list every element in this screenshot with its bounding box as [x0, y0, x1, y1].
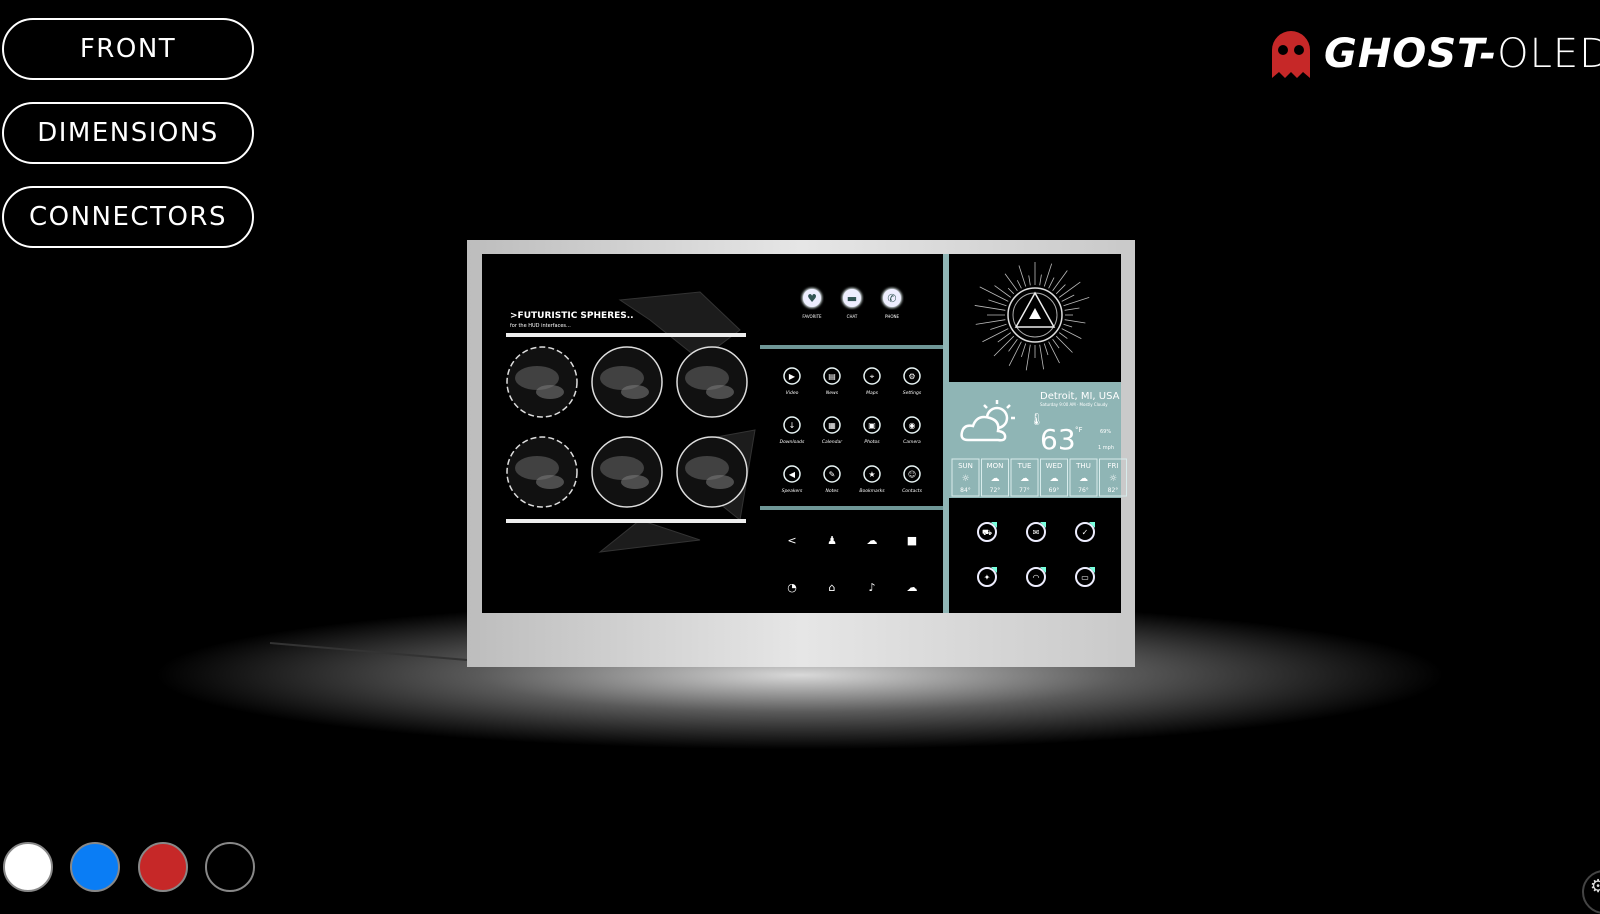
- forecast-day: FRI: [1108, 462, 1119, 470]
- weather-icon: ☁: [991, 474, 1000, 484]
- weather-widget: Detroit, MI, USA Saturday 9:00 AM · Most…: [949, 382, 1127, 498]
- svg-text:▭: ▭: [1081, 573, 1089, 582]
- weather-icon: ☼: [1109, 474, 1117, 484]
- weather-icon: ☁: [1079, 474, 1088, 484]
- cable: [269, 642, 468, 661]
- temperature-unit: °F: [1075, 426, 1083, 434]
- app-label: News: [826, 390, 839, 396]
- svg-text:◠: ◠: [1033, 573, 1040, 582]
- gear-icon: ⚙: [1590, 876, 1600, 897]
- forecast-temp: 77°: [1019, 487, 1030, 494]
- hud-sphere: [506, 436, 578, 508]
- weather-icon: ☼: [961, 474, 969, 484]
- download-icon: ↓: [789, 421, 796, 430]
- app-label: Calendar: [822, 439, 843, 445]
- forecast-temp: 69°: [1049, 487, 1060, 494]
- color-swatch-black[interactable]: [205, 842, 255, 892]
- clock-icon: ◔: [787, 581, 797, 594]
- forecast-temp: 72°: [990, 487, 1001, 494]
- temperature-value: 63: [1040, 423, 1076, 456]
- hud-sphere: [506, 346, 578, 418]
- forecast-temp: 84°: [960, 487, 971, 494]
- home-icon: ⌂: [829, 581, 836, 594]
- app-label: Downloads: [780, 439, 805, 445]
- calendar-icon: ▦: [828, 421, 836, 430]
- weather-icon: ☁: [1020, 474, 1029, 484]
- speaker-icon: ◀: [789, 470, 796, 479]
- cloud-download-icon: ☁: [867, 534, 878, 547]
- photo-icon: ▣: [868, 421, 876, 430]
- forecast-day: WED: [1046, 462, 1063, 470]
- screen-app-phone: ✆ PHONE: [882, 288, 902, 319]
- hud-sphere: [676, 346, 748, 418]
- pencil-icon: ✎: [829, 470, 836, 479]
- forecast-temp: 82°: [1108, 487, 1119, 494]
- wind-value: 1 mph: [1098, 445, 1114, 451]
- share-icon: <: [787, 534, 796, 547]
- svg-text:✉: ✉: [1033, 528, 1040, 537]
- svg-text:⛟: ⛟: [982, 528, 992, 537]
- hud-sphere: [591, 436, 663, 508]
- app-label: Camera: [903, 439, 921, 445]
- screen-app-favorite: ♥ FAVORITE: [802, 288, 822, 319]
- camera-icon: ◉: [909, 421, 916, 430]
- svg-text:✦: ✦: [984, 573, 991, 582]
- divider: [760, 345, 943, 349]
- app-label: Maps: [866, 390, 878, 396]
- color-swatch-white[interactable]: [3, 842, 53, 892]
- app-label: Settings: [903, 390, 922, 396]
- app-label: Bookmarks: [859, 488, 885, 494]
- forecast-day: THU: [1075, 462, 1091, 470]
- weather-icon: ☁: [1050, 474, 1059, 484]
- news-icon: ▤: [828, 372, 836, 381]
- contact-icon: ☺: [908, 470, 916, 479]
- app-label: FAVORITE: [802, 314, 822, 319]
- forecast-day: MON: [987, 462, 1004, 470]
- divider: [760, 506, 943, 510]
- map-pin-icon: ⌖: [870, 372, 875, 381]
- hud-subtitle: for the HUD interfaces...: [510, 323, 571, 329]
- app-label: Video: [786, 390, 799, 396]
- people-icon: ♟: [827, 534, 837, 547]
- forecast-temp: 76°: [1078, 487, 1089, 494]
- chat-icon: ▬: [847, 292, 857, 305]
- app-label: Photos: [864, 439, 880, 445]
- cloud-upload-icon: ☁: [907, 581, 918, 594]
- lock-icon: ■: [907, 534, 917, 547]
- video-icon: ▶: [789, 372, 796, 381]
- settings-icon: ⚙: [908, 372, 915, 381]
- svg-text:✓: ✓: [1082, 528, 1089, 537]
- app-label: CHAT: [847, 314, 858, 319]
- app-label: PHONE: [885, 314, 900, 319]
- app-label: Contacts: [902, 488, 923, 494]
- color-swatch-blue[interactable]: [70, 842, 120, 892]
- app-label: Notes: [826, 488, 840, 494]
- weather-details: Saturday 9:00 AM · Mostly Cloudy: [1040, 402, 1108, 407]
- forecast-day: SUN: [958, 462, 973, 470]
- humidity-value: 69%: [1100, 429, 1111, 435]
- star-icon: ★: [868, 470, 875, 479]
- heart-icon: ♥: [807, 292, 817, 305]
- color-swatch-red[interactable]: [138, 842, 188, 892]
- vertical-divider: [943, 254, 949, 613]
- hud-sphere: [591, 346, 663, 418]
- forecast-day: TUE: [1017, 462, 1032, 470]
- hud-sphere: [676, 436, 748, 508]
- weather-location: Detroit, MI, USA: [1040, 391, 1120, 402]
- hud-title: >FUTURISTIC SPHERES..: [510, 311, 634, 321]
- app-label: Speakers: [782, 488, 803, 494]
- music-icon: ♪: [868, 581, 875, 594]
- phone-icon: ✆: [887, 292, 896, 305]
- monitor-render: >FUTURISTIC SPHERES.. for the HUD interf…: [269, 240, 1135, 667]
